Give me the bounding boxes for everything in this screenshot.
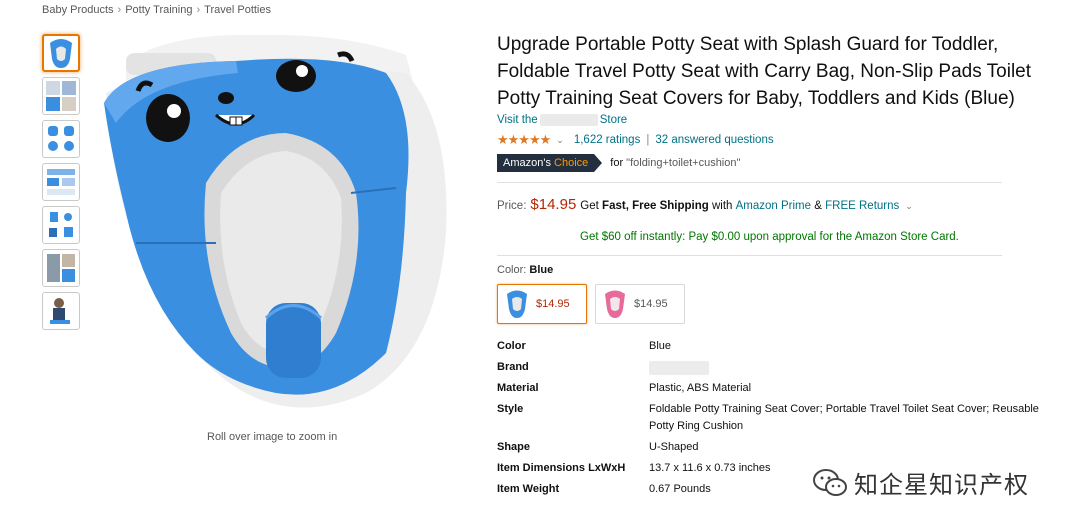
potty-seat-image: [104, 34, 447, 408]
thumbnail-3[interactable]: [42, 120, 80, 158]
swatch-pink[interactable]: $14.95: [595, 284, 685, 324]
lifestyle-thumbnail-image: [47, 254, 75, 282]
potty-seat-thumbnail-image: [50, 39, 72, 68]
spec-row: Color Blue: [497, 338, 1057, 355]
features-thumbnail-image: [49, 212, 73, 237]
choice-badge-label: Amazon's: [503, 157, 551, 169]
thumbnail-6[interactable]: [42, 249, 80, 287]
price-label: Price:: [497, 200, 527, 212]
amazons-choice-badge[interactable]: Amazon's Choice: [497, 154, 603, 172]
thumbnail-7[interactable]: [42, 292, 80, 330]
product-title: Upgrade Portable Potty Seat with Splash …: [497, 34, 1032, 109]
amazons-choice-row: Amazon's Choice for "folding+toilet+cush…: [497, 154, 1072, 172]
folding-steps-thumbnail-image: [48, 126, 74, 151]
star-rating-icon[interactable]: ★★★★★: [497, 132, 551, 148]
blue-seat-icon: [507, 290, 527, 318]
breadcrumb-separator: ›: [117, 4, 122, 16]
watermark-text: 知企星知识产权: [854, 472, 1029, 499]
color-swatches: $14.95 $14.95: [497, 284, 1072, 324]
seat-in-use-thumbnail-image: [46, 81, 76, 111]
spec-key: Material: [497, 382, 539, 394]
chevron-down-icon[interactable]: ⌄: [556, 135, 564, 146]
swatch-blue-price: $14.95: [536, 298, 570, 310]
breadcrumb: Baby Products › Potty Training › Travel Pott…: [42, 4, 271, 16]
spec-key: Item Dimensions LxWxH: [497, 462, 626, 474]
shipping-text: Fast, Free Shipping: [602, 200, 709, 212]
size-chart-thumbnail-image: [47, 169, 75, 195]
choice-badge-word: Choice: [554, 157, 589, 169]
redacted-brand-value: [649, 361, 709, 375]
swatch-blue[interactable]: $14.95: [497, 284, 587, 324]
answered-questions-link[interactable]: 32 answered questions: [655, 134, 773, 146]
spec-row: Shape U-Shaped: [497, 439, 1057, 456]
ampersand: &: [814, 200, 822, 212]
thumbnail-strip: [42, 34, 82, 335]
thumbnail-2[interactable]: [42, 77, 80, 115]
spec-value: Foldable Potty Training Seat Cover; Port…: [649, 403, 1039, 432]
breadcrumb-travel-potties[interactable]: Travel Potties: [204, 4, 271, 16]
store-link-suffix: Store: [599, 114, 628, 127]
pink-seat-icon: [605, 290, 625, 318]
spec-key: Style: [497, 403, 524, 415]
chevron-down-icon[interactable]: ⌄: [905, 201, 913, 212]
divider: [497, 182, 1002, 183]
thumbnail-4[interactable]: [42, 163, 80, 201]
breadcrumb-potty-training[interactable]: Potty Training: [125, 4, 192, 16]
breadcrumb-baby-products[interactable]: Baby Products: [42, 4, 114, 16]
selected-color: Blue: [529, 264, 554, 276]
zoom-hint: Roll over image to zoom in: [207, 431, 338, 443]
spec-key: Brand: [497, 361, 529, 373]
spec-row: Style Foldable Potty Training Seat Cover;…: [497, 401, 1057, 435]
color-label-text: Color:: [497, 264, 527, 276]
spec-value: U-Shaped: [649, 441, 699, 453]
with-label: with: [711, 200, 733, 212]
product-detail-panel: Upgrade Portable Potty Seat with Splash …: [497, 31, 1072, 502]
swatch-pink-price: $14.95: [634, 298, 668, 310]
thumbnail-1[interactable]: [42, 34, 80, 72]
get-label: Get: [580, 200, 599, 212]
spec-key: Color: [497, 340, 526, 352]
spec-value: Plastic, ABS Material: [649, 382, 752, 394]
free-returns-link[interactable]: FREE Returns: [825, 200, 899, 212]
redacted-store-name: [539, 114, 598, 126]
child-on-potty-thumbnail-image: [50, 298, 70, 324]
choice-query: "folding+toilet+cushion": [626, 157, 741, 169]
spec-row: Material Plastic, ABS Material: [497, 380, 1057, 397]
store-link[interactable]: Visit the Store: [497, 114, 1072, 130]
divider: |: [646, 134, 650, 146]
choice-for-label: for: [610, 157, 624, 169]
store-link-prefix: Visit the: [497, 114, 538, 127]
divider: [497, 255, 1002, 256]
price-row: Price: $14.95 Get Fast, Free Shipping wi…: [497, 196, 1072, 213]
thumbnail-5[interactable]: [42, 206, 80, 244]
spec-row: Brand: [497, 359, 1057, 376]
amazon-prime-link[interactable]: Amazon Prime: [736, 200, 811, 212]
spec-key: Shape: [497, 441, 531, 453]
store-card-offer[interactable]: Get $60 off instantly: Pay $0.00 upon ap…: [580, 231, 1072, 243]
color-label: Color: Blue: [497, 264, 1072, 276]
spec-value: Blue: [649, 340, 672, 352]
spec-key: Item Weight: [497, 483, 560, 495]
rating-row: ★★★★★ ⌄ 1,622 ratings | 32 answered ques…: [497, 131, 1072, 149]
breadcrumb-separator: ›: [196, 4, 201, 16]
price-value: $14.95: [530, 196, 577, 213]
ratings-count-link[interactable]: 1,622 ratings: [574, 134, 641, 146]
wechat-icon: [813, 468, 847, 496]
watermark: 知企星知识产权: [812, 465, 1029, 500]
main-product-image[interactable]: [86, 33, 466, 423]
